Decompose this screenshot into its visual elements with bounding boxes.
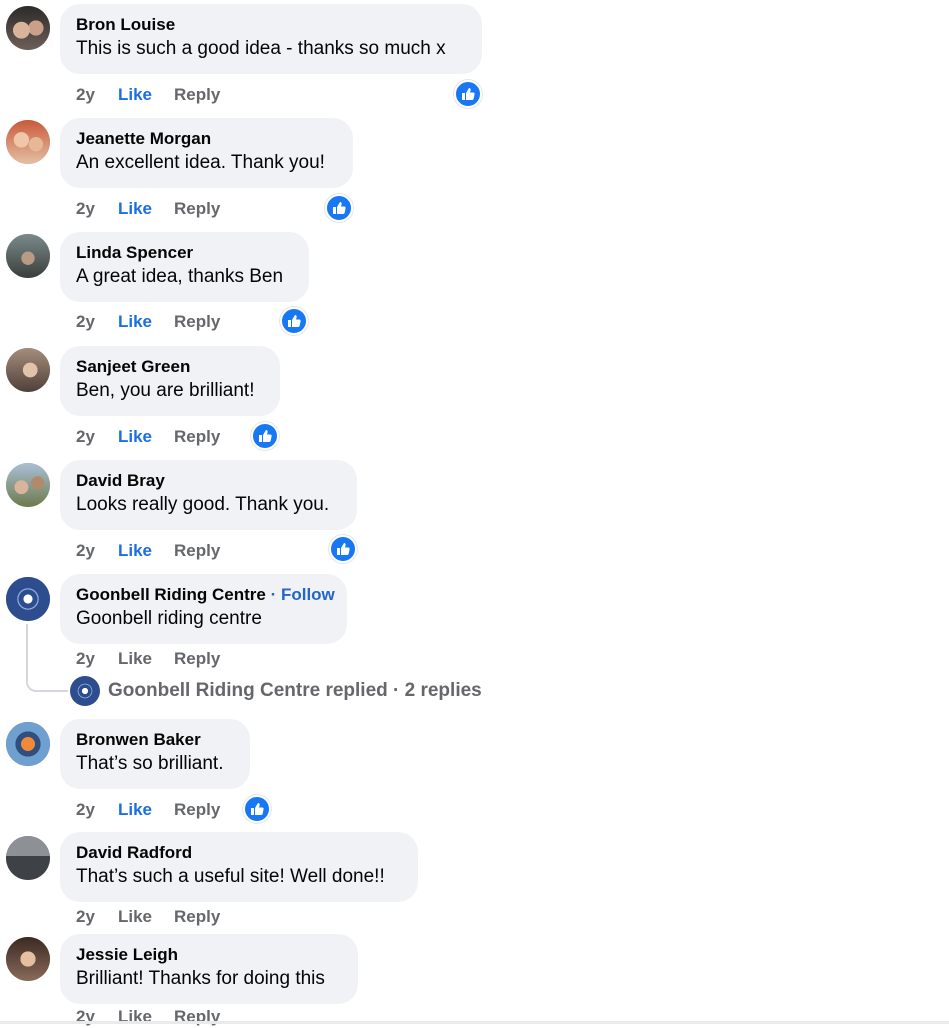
comment-timestamp[interactable]: 2y	[76, 198, 118, 220]
comment-author: Goonbell Riding Centre · Follow	[76, 584, 335, 606]
follow-link[interactable]: · Follow	[271, 585, 335, 604]
comment-text: That’s so brilliant.	[76, 753, 224, 774]
avatar[interactable]	[6, 348, 50, 392]
comment-timestamp[interactable]: 2y	[76, 426, 118, 448]
thumbs-up-icon[interactable]	[454, 80, 482, 108]
like-button[interactable]: Like	[118, 311, 174, 333]
like-button[interactable]: Like	[118, 799, 174, 821]
comment-timestamp[interactable]: 2y	[76, 648, 118, 670]
thumbs-up-icon[interactable]	[325, 194, 353, 222]
comment-author-name[interactable]: Goonbell Riding Centre	[76, 585, 266, 604]
comment-bubble: David Bray Looks really good. Thank you.	[60, 460, 357, 530]
comment-bubble: Sanjeet Green Ben, you are brilliant!	[60, 346, 280, 416]
reply-button[interactable]: Reply	[174, 84, 220, 106]
comment-author[interactable]: Sanjeet Green	[76, 356, 264, 378]
reply-thread-line	[26, 624, 68, 692]
avatar[interactable]	[6, 463, 50, 507]
comment-bubble: Jeanette Morgan An excellent idea. Thank…	[60, 118, 353, 188]
comment-timestamp[interactable]: 2y	[76, 84, 118, 106]
comment-author[interactable]: David Radford	[76, 842, 402, 864]
comment-bubble: David Radford That’s such a useful site!…	[60, 832, 418, 902]
reply-button[interactable]: Reply	[174, 1006, 220, 1028]
like-button[interactable]: Like	[118, 84, 174, 106]
comment-author[interactable]: Bron Louise	[76, 14, 466, 36]
reply-button[interactable]: Reply	[174, 311, 220, 333]
comment-text: An excellent idea. Thank you!	[76, 152, 325, 173]
like-button[interactable]: Like	[118, 198, 174, 220]
avatar[interactable]	[6, 577, 50, 621]
comment-actions: 2y Like Reply	[76, 1006, 220, 1028]
comment-text: Looks really good. Thank you.	[76, 494, 330, 515]
reply-button[interactable]: Reply	[174, 540, 220, 562]
comment-timestamp[interactable]: 2y	[76, 540, 118, 562]
comment-timestamp[interactable]: 2y	[76, 311, 118, 333]
like-button[interactable]: Like	[118, 648, 174, 670]
reply-button[interactable]: Reply	[174, 906, 220, 928]
comment-timestamp[interactable]: 2y	[76, 799, 118, 821]
reply-button[interactable]: Reply	[174, 648, 220, 670]
comment-actions: 2y Like Reply	[76, 540, 220, 562]
comment-author[interactable]: Jeanette Morgan	[76, 128, 337, 150]
reply-button[interactable]: Reply	[174, 799, 220, 821]
like-button[interactable]: Like	[118, 906, 174, 928]
thumbs-up-icon[interactable]	[243, 795, 271, 823]
thumbs-up-icon[interactable]	[251, 422, 279, 450]
comment-text: Ben, you are brilliant!	[76, 380, 255, 401]
comment-actions: 2y Like Reply	[76, 799, 220, 821]
avatar[interactable]	[6, 234, 50, 278]
avatar[interactable]	[6, 836, 50, 880]
comment-bubble: Goonbell Riding Centre · Follow Goonbell…	[60, 574, 347, 644]
comment-text: Goonbell riding centre	[76, 608, 262, 629]
comment-author[interactable]: Linda Spencer	[76, 242, 293, 264]
avatar[interactable]	[6, 937, 50, 981]
comment-bubble: Bron Louise This is such a good idea - t…	[60, 4, 482, 74]
comment-bubble: Linda Spencer A great idea, thanks Ben	[60, 232, 309, 302]
reply-avatar	[70, 676, 100, 706]
reply-button[interactable]: Reply	[174, 426, 220, 448]
avatar[interactable]	[6, 6, 50, 50]
avatar[interactable]	[6, 722, 50, 766]
comment-timestamp[interactable]: 2y	[76, 1006, 118, 1028]
reply-button[interactable]: Reply	[174, 198, 220, 220]
replies-summary: Goonbell Riding Centre replied · 2 repli…	[108, 680, 482, 702]
comment-text: This is such a good idea - thanks so muc…	[76, 38, 446, 59]
comment-text: A great idea, thanks Ben	[76, 266, 284, 287]
like-button[interactable]: Like	[118, 540, 174, 562]
like-button[interactable]: Like	[118, 426, 174, 448]
comment-actions: 2y Like Reply	[76, 84, 220, 106]
thumbs-up-icon[interactable]	[329, 535, 357, 563]
thumbs-up-icon[interactable]	[280, 307, 308, 335]
comment-bubble: Jessie Leigh Brilliant! Thanks for doing…	[60, 934, 358, 1004]
comment-author[interactable]: Bronwen Baker	[76, 729, 234, 751]
view-replies-link[interactable]: Goonbell Riding Centre replied · 2 repli…	[70, 676, 482, 706]
comment-timestamp[interactable]: 2y	[76, 906, 118, 928]
comment-actions: 2y Like Reply	[76, 426, 220, 448]
comment-author[interactable]: Jessie Leigh	[76, 944, 342, 966]
comment-text: Brilliant! Thanks for doing this	[76, 968, 325, 989]
comment-actions: 2y Like Reply	[76, 906, 220, 928]
comment-actions: 2y Like Reply	[76, 198, 220, 220]
avatar[interactable]	[6, 120, 50, 164]
like-button[interactable]: Like	[118, 1006, 174, 1028]
comment-author[interactable]: David Bray	[76, 470, 341, 492]
comment-actions: 2y Like Reply	[76, 311, 220, 333]
comment-bubble: Bronwen Baker That’s so brilliant.	[60, 719, 250, 789]
comment-text: That’s such a useful site! Well done!!	[76, 866, 385, 887]
comment-actions: 2y Like Reply	[76, 648, 220, 670]
